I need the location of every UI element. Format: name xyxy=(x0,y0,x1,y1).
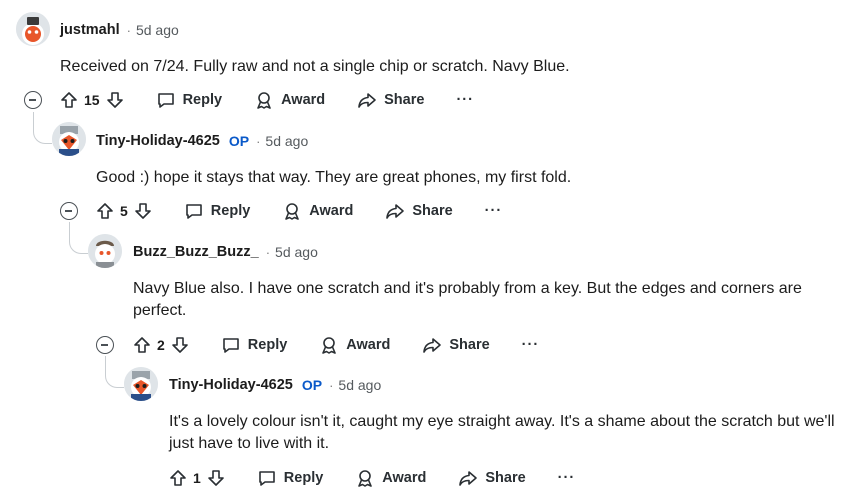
comment-actions: 5 Reply Award Share ··· xyxy=(96,199,534,223)
comment-header: justmahl · 5d ago xyxy=(60,20,179,40)
vote-controls: 15 xyxy=(60,91,124,109)
comment-body: Good :) hope it stays that way. They are… xyxy=(96,169,572,186)
more-icon: ··· xyxy=(456,92,474,108)
share-button[interactable]: Share xyxy=(385,202,453,220)
comment-actions: 15 Reply Award Share ··· xyxy=(60,88,506,112)
reply-button[interactable]: Reply xyxy=(257,469,324,487)
more-options-button[interactable]: ··· xyxy=(522,337,540,353)
author-name[interactable]: Tiny-Holiday-4625 xyxy=(96,133,220,149)
comment-header: Tiny-Holiday-4625 OP · 5d ago xyxy=(169,375,381,395)
award-label: Award xyxy=(382,470,427,486)
reply-button[interactable]: Reply xyxy=(184,202,251,220)
reply-button[interactable]: Reply xyxy=(156,91,223,109)
vote-count: 5 xyxy=(120,203,128,219)
share-icon xyxy=(386,204,405,219)
op-badge: OP xyxy=(301,377,323,393)
reply-icon xyxy=(185,204,202,219)
comment-actions: 1 Reply Award Share ··· xyxy=(169,466,607,490)
avatar[interactable] xyxy=(88,234,122,268)
vote-controls: 1 xyxy=(169,469,225,487)
share-icon xyxy=(358,93,376,108)
vote-count: 1 xyxy=(193,470,201,486)
vote-controls: 2 xyxy=(133,336,189,354)
timestamp[interactable]: 5d ago xyxy=(265,133,308,149)
thread-branch xyxy=(33,112,52,144)
reply-icon xyxy=(157,93,174,108)
share-label: Share xyxy=(412,203,453,219)
share-label: Share xyxy=(485,470,526,486)
share-icon xyxy=(423,338,442,353)
award-button[interactable]: Award xyxy=(282,201,353,221)
avatar[interactable] xyxy=(124,367,158,401)
avatar[interactable] xyxy=(16,12,50,46)
downvote-icon[interactable] xyxy=(106,91,124,109)
vote-count: 2 xyxy=(157,337,165,353)
collapse-icon[interactable] xyxy=(24,91,42,109)
author-name[interactable]: Tiny-Holiday-4625 xyxy=(169,377,293,393)
award-label: Award xyxy=(281,92,326,108)
author-name[interactable]: justmahl xyxy=(60,22,120,38)
award-icon xyxy=(257,92,271,109)
share-label: Share xyxy=(449,337,490,353)
more-options-button[interactable]: ··· xyxy=(558,470,576,486)
share-label: Share xyxy=(384,92,425,108)
reply-label: Reply xyxy=(247,337,288,353)
upvote-icon[interactable] xyxy=(60,91,78,109)
timestamp[interactable]: 5d ago xyxy=(275,244,318,260)
share-button[interactable]: Share xyxy=(458,469,526,487)
comment-header: Tiny-Holiday-4625 OP · 5d ago xyxy=(96,131,308,151)
share-button[interactable]: Share xyxy=(422,336,490,354)
timestamp[interactable]: 5d ago xyxy=(136,22,179,38)
more-icon: ··· xyxy=(557,470,576,486)
timestamp[interactable]: 5d ago xyxy=(338,377,381,393)
downvote-icon[interactable] xyxy=(171,336,189,354)
reply-button[interactable]: Reply xyxy=(221,336,288,354)
collapse-icon[interactable] xyxy=(60,202,78,220)
award-button[interactable]: Award xyxy=(319,335,390,355)
downvote-icon[interactable] xyxy=(134,202,152,220)
share-button[interactable]: Share xyxy=(357,91,424,109)
comment-body: It's a lovely colour isn't it, caught my… xyxy=(169,413,835,452)
reply-icon xyxy=(222,338,239,353)
separator-dot: · xyxy=(256,133,261,149)
award-label: Award xyxy=(309,203,354,219)
upvote-icon[interactable] xyxy=(133,336,151,354)
upvote-icon[interactable] xyxy=(169,469,187,487)
more-options-button[interactable]: ··· xyxy=(456,92,474,108)
author-name[interactable]: Buzz_Buzz_Buzz_ xyxy=(133,244,259,260)
comment-header: Buzz_Buzz_Buzz_ · 5d ago xyxy=(133,242,318,262)
comment-body: Received on 7/24. Fully raw and not a si… xyxy=(60,58,570,75)
award-button[interactable]: Award xyxy=(355,468,426,488)
reply-label: Reply xyxy=(283,470,324,486)
collapse-icon[interactable] xyxy=(96,336,114,354)
separator-dot: · xyxy=(265,244,271,260)
vote-controls: 5 xyxy=(96,202,152,220)
separator-dot: · xyxy=(126,22,131,38)
thread-branch xyxy=(69,222,88,254)
award-icon xyxy=(358,470,373,487)
reply-label: Reply xyxy=(182,92,223,108)
award-icon xyxy=(285,203,300,220)
avatar[interactable] xyxy=(52,122,86,156)
reply-icon xyxy=(258,471,275,486)
thread-branch xyxy=(105,356,124,388)
upvote-icon[interactable] xyxy=(96,202,114,220)
share-icon xyxy=(459,471,478,486)
award-button[interactable]: Award xyxy=(254,90,325,110)
award-label: Award xyxy=(346,337,391,353)
vote-count: 15 xyxy=(84,92,100,108)
separator-dot: · xyxy=(329,377,334,393)
comment-actions: 2 Reply Award Share ··· xyxy=(133,333,571,357)
comment-body: Navy Blue also. I have one scratch and i… xyxy=(133,280,802,319)
more-icon: ··· xyxy=(484,203,503,219)
downvote-icon[interactable] xyxy=(207,469,225,487)
more-icon: ··· xyxy=(521,337,540,353)
op-badge: OP xyxy=(228,133,250,149)
reply-label: Reply xyxy=(210,203,251,219)
more-options-button[interactable]: ··· xyxy=(485,203,503,219)
award-icon xyxy=(322,337,337,354)
